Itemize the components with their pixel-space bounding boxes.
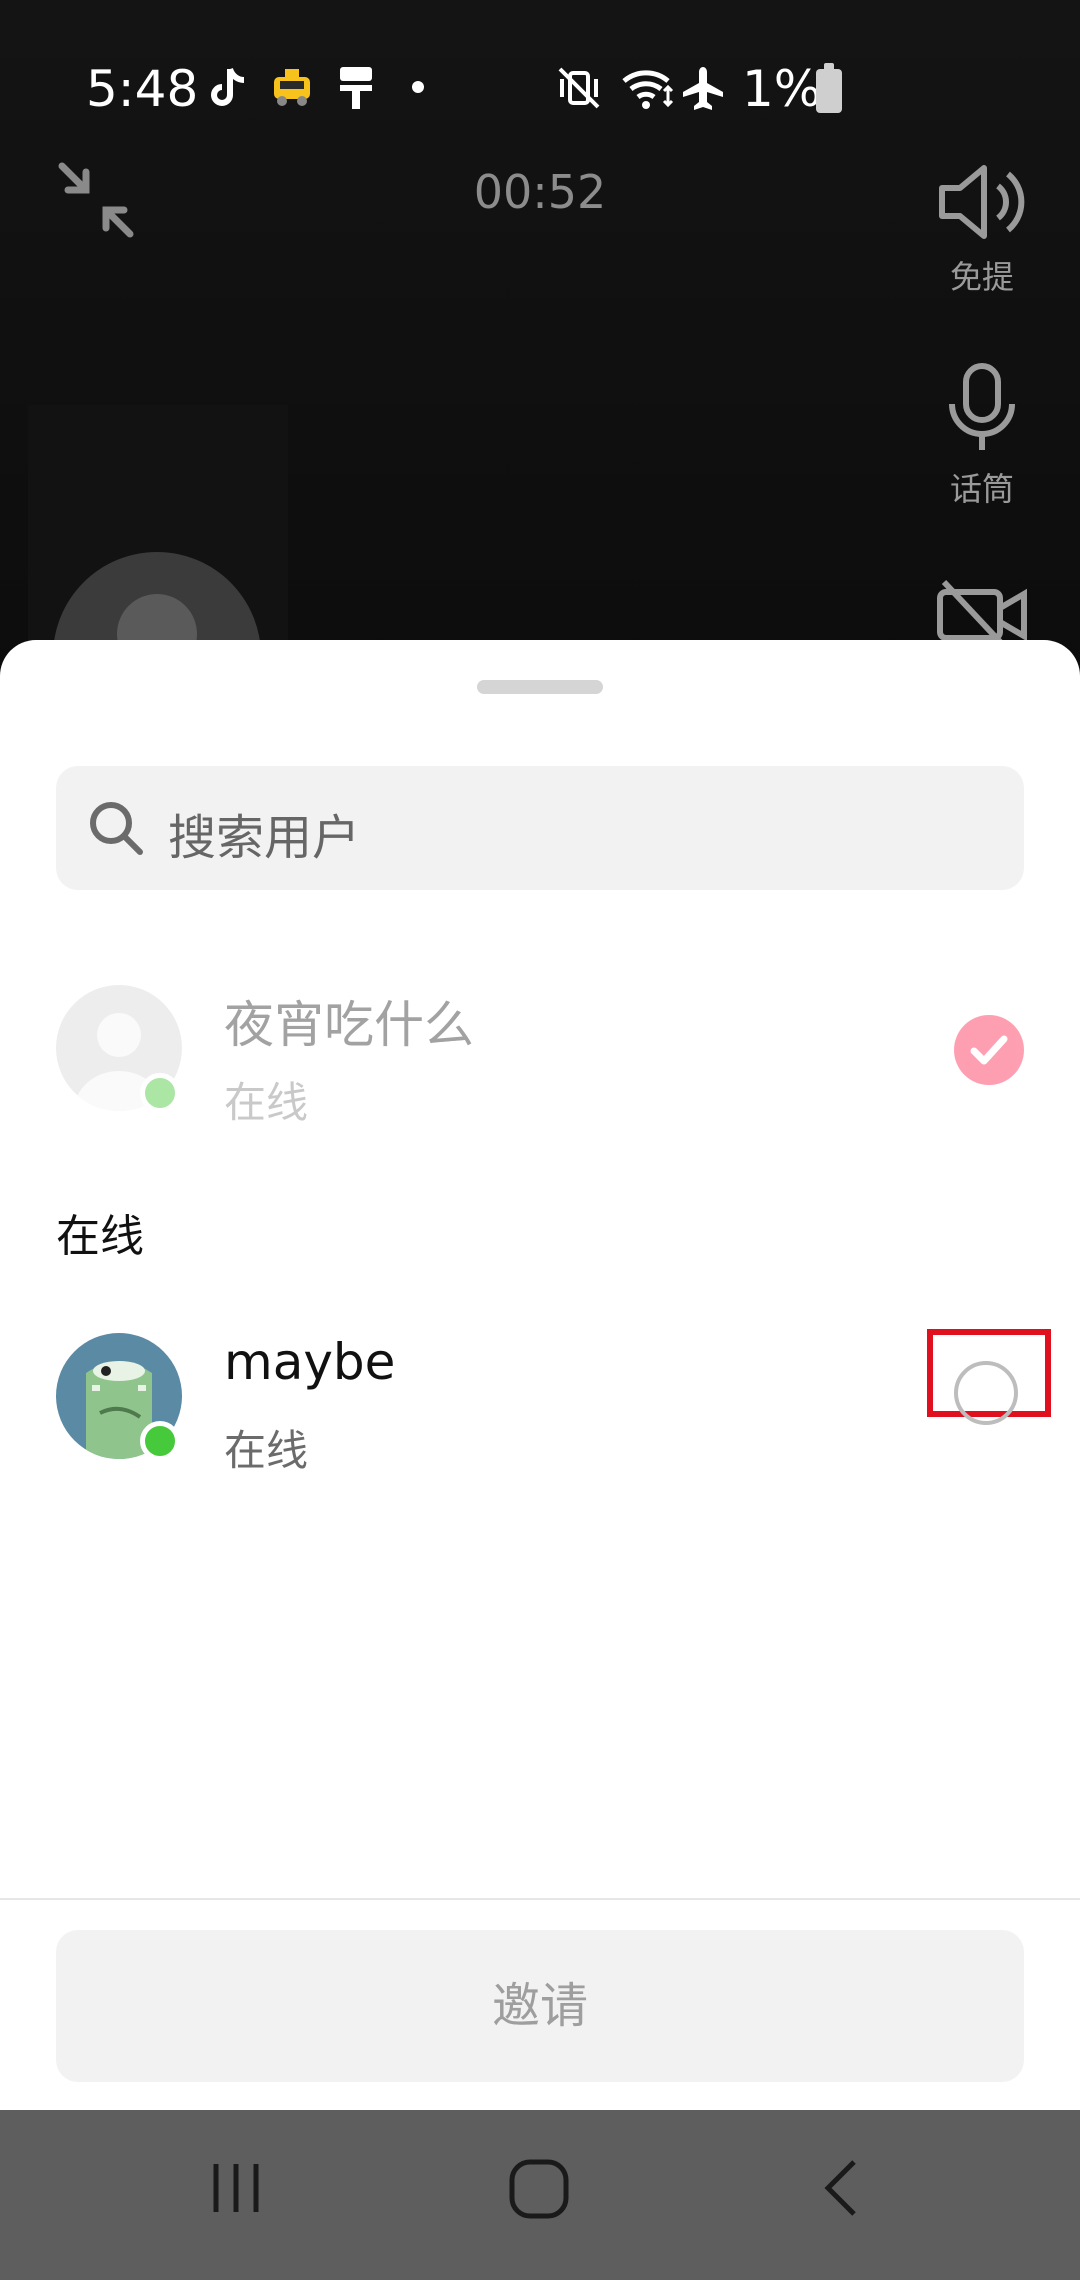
section-title-online: 在线 (56, 1211, 144, 1262)
selected-user-row: 夜宵吃什么 在线 (0, 985, 1080, 1127)
online-indicator (140, 1073, 180, 1113)
search-icon (90, 802, 143, 855)
speaker-icon (939, 165, 1025, 239)
divider (0, 1898, 1080, 1900)
speaker-label: 免提 (949, 258, 1014, 296)
airplane-icon (683, 67, 723, 110)
microphone-label: 话筒 (949, 470, 1014, 508)
search-input[interactable]: 搜索用户 (56, 766, 1024, 890)
user-name: maybe (224, 1333, 396, 1391)
camera-off-icon (937, 579, 1027, 648)
status-time: 5:48 (86, 60, 199, 118)
invite-button[interactable]: 邀请 (56, 1930, 1024, 2082)
call-timer: 00:52 (473, 165, 607, 219)
user-status: 在线 (224, 1426, 309, 1475)
paint-roller-icon (340, 67, 372, 109)
battery-level: 1% (742, 60, 822, 118)
microphone-button[interactable]: 话筒 (922, 360, 1042, 510)
user-name: 夜宵吃什么 (224, 996, 474, 1054)
battery-icon (816, 63, 842, 113)
tiktok-icon (211, 67, 245, 106)
select-user-radio[interactable] (954, 1361, 1018, 1425)
home-icon[interactable] (508, 2158, 570, 2220)
user-status: 在线 (224, 1078, 309, 1127)
check-icon (970, 1035, 1008, 1065)
vibrate-mute-icon (558, 67, 600, 109)
back-icon[interactable] (820, 2158, 864, 2218)
recent-apps-icon[interactable] (208, 2160, 264, 2216)
user-row[interactable]: maybe 在线 (0, 1329, 1080, 1475)
dot-icon (412, 81, 424, 93)
status-bar: 5:48 1% (0, 55, 1080, 125)
wifi-icon (622, 70, 674, 109)
drag-handle[interactable] (477, 680, 603, 694)
speaker-button[interactable]: 免提 (922, 160, 1042, 298)
microphone-icon (949, 363, 1015, 450)
online-indicator (140, 1421, 180, 1461)
navigation-bar (0, 2110, 1080, 2280)
video-call-background: 5:48 1% 00:52 免提 话筒 (0, 0, 1080, 760)
search-placeholder: 搜索用户 (168, 810, 361, 866)
invite-bottom-sheet: 搜索用户 夜宵吃什么 在线 在线 maybe 在线 邀请 (0, 640, 1080, 2110)
taxi-icon (274, 69, 310, 106)
selected-checkbox (954, 1015, 1024, 1085)
